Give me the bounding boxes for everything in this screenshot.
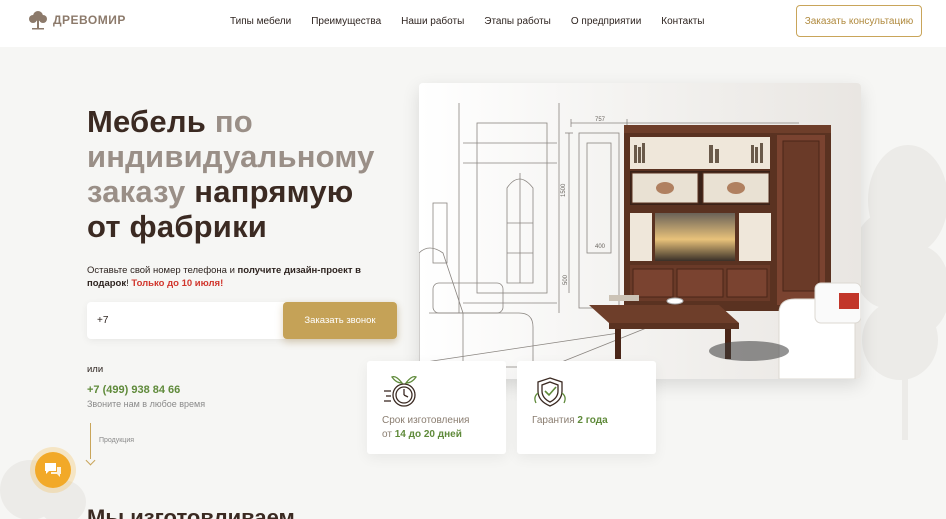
hero-title-part-1: Мебель	[87, 104, 206, 139]
subtitle-deadline: Только до 10 июля!	[131, 278, 224, 289]
phone-link[interactable]: +7 (499) 938 84 66	[87, 384, 180, 396]
tree-logo-icon	[29, 11, 47, 30]
shield-check-icon	[534, 377, 566, 407]
feature-lead-time-prefix: от	[382, 429, 395, 440]
callback-form: Заказать звонок	[87, 302, 397, 339]
dimension-mid: 400	[595, 244, 606, 250]
nav-item-works[interactable]: Наши работы	[401, 16, 464, 27]
tree-decoration-right	[852, 145, 946, 440]
feature-lead-time-value: 14 до 20 дней	[394, 429, 462, 440]
feature-warranty-label: Гарантия	[532, 415, 578, 426]
nav-item-furniture-types[interactable]: Типы мебели	[230, 16, 291, 27]
hero-subtitle: Оставьте свой номер телефона и получите …	[87, 264, 387, 290]
order-consultation-button[interactable]: Заказать консультацию	[796, 5, 922, 37]
scroll-label: Продукция	[99, 437, 135, 444]
nav-item-advantages[interactable]: Преимущества	[311, 16, 381, 27]
next-section-title: Мы изготовливаем	[87, 505, 295, 519]
or-text: или	[87, 364, 104, 375]
chat-icon	[45, 463, 61, 477]
nav-item-about[interactable]: О предприятии	[571, 16, 641, 27]
logo-text: ДРЕВОМИР	[53, 13, 126, 27]
subtitle-exclamation: !	[126, 278, 129, 289]
dimension-top: 757	[595, 117, 606, 123]
phone-input[interactable]	[87, 302, 283, 339]
feature-warranty-value: 2 года	[577, 415, 608, 426]
chat-widget-button[interactable]	[30, 447, 76, 493]
scroll-to-products[interactable]: Продукция	[85, 423, 149, 466]
chat-button-inner	[35, 452, 71, 488]
main-nav: Типы мебели Преимущества Наши работы Эта…	[230, 16, 705, 27]
feature-card-warranty: Гарантия 2 года	[517, 361, 656, 454]
dimension-side: 1500	[561, 183, 567, 197]
order-call-button[interactable]: Заказать звонок	[283, 302, 397, 339]
scroll-line	[90, 423, 91, 459]
subtitle-plain: Оставьте свой номер телефона и	[87, 265, 235, 276]
hero-furniture-image: 757 1500 400 500	[419, 83, 861, 379]
clock-icon	[384, 375, 417, 407]
nav-item-contacts[interactable]: Контакты	[661, 16, 704, 27]
dimension-low: 500	[563, 274, 569, 285]
logo[interactable]: ДРЕВОМИР	[27, 9, 126, 31]
call-hint: Звоните нам в любое время	[87, 399, 206, 409]
hero-title: Мебель по индивидуальному заказу напряму…	[87, 104, 387, 244]
feature-warranty-text: Гарантия 2 года	[532, 414, 608, 428]
nav-item-stages[interactable]: Этапы работы	[484, 16, 551, 27]
feature-card-lead-time: Срок изготовления от 14 до 20 дней	[367, 361, 506, 454]
feature-lead-time-label: Срок изготовления	[382, 415, 470, 426]
site-header: ДРЕВОМИР Типы мебели Преимущества Наши р…	[0, 0, 946, 47]
feature-lead-time-text: Срок изготовления от 14 до 20 дней	[382, 414, 469, 442]
